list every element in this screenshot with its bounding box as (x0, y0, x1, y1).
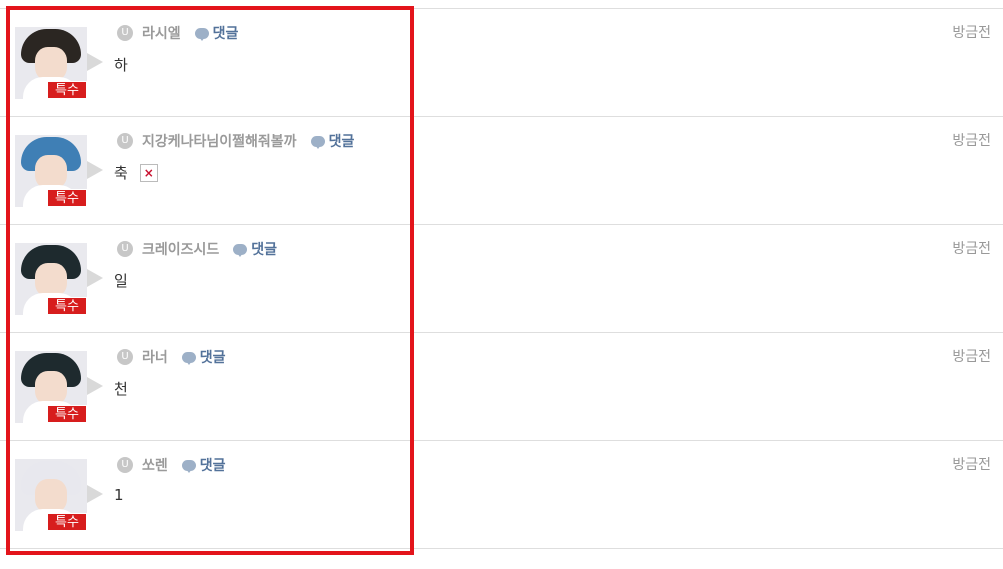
nickname[interactable]: 쏘렌 (142, 455, 168, 475)
speech-bubble-icon (181, 459, 196, 473)
speech-bubble-icon (181, 351, 196, 365)
timestamp: 방금전 (952, 241, 991, 257)
reply-button[interactable]: 댓글 (310, 131, 355, 151)
comment-text: 하 (114, 54, 128, 75)
comment-row: 특수 U 쏘렌 댓글 1 방금전 (0, 440, 1003, 548)
avatar-pointer (87, 269, 103, 287)
comment-meta: U 라너 댓글 (117, 347, 226, 367)
comment-meta: U 쏘렌 댓글 (117, 455, 226, 475)
comment-list: 특수 U 라시엘 댓글 하 방금전 특수 U 지강케나타님이쩔해줘볼까 댓글 축… (0, 8, 1003, 569)
comment-row: 특수 U 라너 댓글 천 방금전 (0, 332, 1003, 440)
speech-bubble-icon (194, 27, 209, 41)
avatar[interactable]: 특수 (15, 135, 105, 207)
comment-text: 천 (114, 378, 128, 399)
avatar-pointer (87, 377, 103, 395)
reply-label: 댓글 (251, 242, 278, 258)
broken-image-icon: × (139, 163, 158, 182)
reply-button[interactable]: 댓글 (181, 455, 226, 475)
comment-row: 특수 U 크레이즈시드 댓글 일 방금전 (0, 224, 1003, 332)
comment-meta: U 라시엘 댓글 (117, 23, 238, 43)
comment-text-value: 일 (114, 272, 128, 290)
reply-label: 댓글 (199, 350, 226, 366)
timestamp: 방금전 (952, 457, 991, 473)
special-badge: 특수 (47, 297, 87, 315)
timestamp: 방금전 (952, 133, 991, 149)
avatar[interactable]: 특수 (15, 243, 105, 315)
comment-text-value: 1 (114, 486, 124, 504)
avatar[interactable]: 특수 (15, 459, 105, 531)
avatar-pointer (87, 161, 103, 179)
comment-row: 특수 U 지강케나타님이쩔해줘볼까 댓글 축 × 방금전 (0, 116, 1003, 224)
reply-label: 댓글 (199, 458, 226, 474)
nickname[interactable]: 지강케나타님이쩔해줘볼까 (142, 131, 297, 151)
comment-meta: U 크레이즈시드 댓글 (117, 239, 277, 259)
reply-label: 댓글 (212, 26, 239, 42)
avatar[interactable]: 특수 (15, 351, 105, 423)
reply-label: 댓글 (328, 134, 355, 150)
level-icon: U (117, 133, 133, 149)
reply-button[interactable]: 댓글 (181, 347, 226, 367)
level-icon: U (117, 457, 133, 473)
reply-button[interactable]: 댓글 (194, 23, 239, 43)
comment-row: 특수 U 라시엘 댓글 하 방금전 (0, 8, 1003, 116)
special-badge: 특수 (47, 405, 87, 423)
speech-bubble-icon (233, 243, 248, 257)
avatar[interactable]: 특수 (15, 27, 105, 99)
timestamp: 방금전 (952, 25, 991, 41)
level-icon: U (117, 349, 133, 365)
nickname[interactable]: 크레이즈시드 (142, 239, 219, 259)
avatar-pointer (87, 53, 103, 71)
comment-text-value: 하 (114, 56, 128, 74)
speech-bubble-icon (310, 135, 325, 149)
special-badge: 특수 (47, 513, 87, 531)
comment-text-value: 축 (114, 164, 128, 182)
comment-text: 1 (114, 486, 124, 504)
comment-text: 축 × (114, 162, 158, 183)
special-badge: 특수 (47, 189, 87, 207)
nickname[interactable]: 라너 (142, 347, 168, 367)
timestamp: 방금전 (952, 349, 991, 365)
nickname[interactable]: 라시엘 (142, 23, 181, 43)
level-icon: U (117, 25, 133, 41)
special-badge: 특수 (47, 81, 87, 99)
comment-meta: U 지강케나타님이쩔해줘볼까 댓글 (117, 131, 354, 151)
comment-row-partial (0, 548, 1003, 569)
comment-text: 일 (114, 270, 128, 291)
comment-text-value: 천 (114, 380, 128, 398)
reply-button[interactable]: 댓글 (233, 239, 277, 259)
level-icon: U (117, 241, 133, 257)
avatar-pointer (87, 485, 103, 503)
